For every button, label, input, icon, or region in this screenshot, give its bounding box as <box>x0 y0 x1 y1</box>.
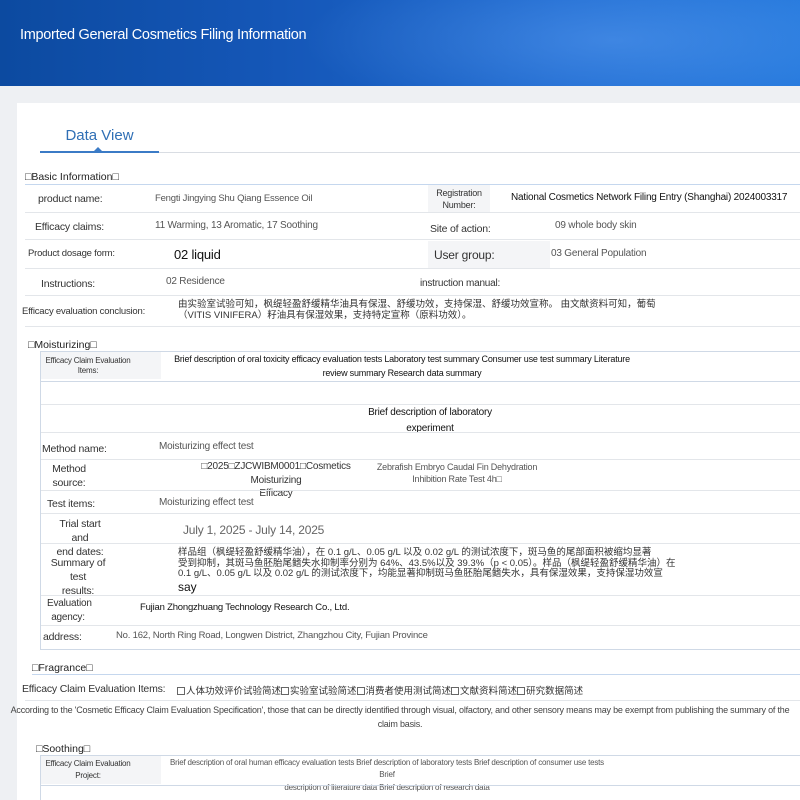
evaluation-agency-label: Evaluation agency: <box>47 598 92 623</box>
site-of-action-label: Site of action: <box>430 223 491 235</box>
section-fragrance-rule <box>32 674 800 675</box>
soothing-claim-value: Brief description of oral human efficacy… <box>170 758 604 792</box>
efficacy-claims-label: Efficacy claims: <box>35 221 104 233</box>
instruction-manual-label: instruction manual: <box>420 278 501 289</box>
row-divider <box>41 543 800 544</box>
row-divider <box>41 513 800 514</box>
page-title: Imported General Cosmetics Filing Inform… <box>20 27 307 43</box>
fragrance-checkbox-row: 人体功效评价试验简述 实验室试验简述 消费者使用测试简述 文献资料简述 研究数据简述 <box>177 683 583 697</box>
method-source-test: Zebrafish Embryo Caudal Fin Dehydration I… <box>376 462 538 485</box>
dosage-form-value: 02 liquid <box>174 247 221 262</box>
section-soothing: □Soothing□ <box>36 743 91 755</box>
row-divider <box>41 785 800 786</box>
checkbox-literature[interactable] <box>451 687 460 695</box>
row-divider <box>41 595 800 596</box>
user-group-value: 03 General Population <box>551 248 647 259</box>
efficacy-conclusion-label: Efficacy evaluation conclusion: <box>22 306 146 317</box>
fragrance-claim-items-label: Efficacy Claim Evaluation Items: <box>22 683 166 695</box>
test-items-value: Moisturizing effect test <box>159 497 254 508</box>
checkbox-label: 文献资料简述 <box>460 686 518 697</box>
section-basic-rule <box>25 184 800 185</box>
row-divider <box>41 432 800 433</box>
row-divider <box>25 295 800 296</box>
evaluation-agency-value: Fujian Zhongzhuang Technology Research C… <box>140 602 350 613</box>
row-divider <box>41 381 800 382</box>
method-name-label: Method name: <box>42 443 107 455</box>
checkbox-label: 消费者使用测试简述 <box>365 686 452 697</box>
registration-value: National Cosmetics Network Filing Entry … <box>511 192 788 203</box>
checkbox-laboratory[interactable] <box>281 687 290 695</box>
section-moisturizing: □Moisturizing□ <box>28 339 97 351</box>
row-divider <box>25 239 800 240</box>
row-divider <box>25 268 800 269</box>
claim-items-label: Efficacy Claim Evaluation Items: <box>45 356 131 376</box>
summary-label: Summary of test results: <box>50 557 106 598</box>
row-divider <box>25 212 800 213</box>
row-divider <box>25 326 800 327</box>
section-fragrance: □Fragrance□ <box>32 662 93 674</box>
instructions-label: Instructions: <box>41 278 96 290</box>
fragrance-exemption-note: According to the 'Cosmetic Efficacy Clai… <box>10 705 790 729</box>
tab-divider <box>159 152 800 153</box>
checkbox-human-efficacy[interactable] <box>177 687 185 695</box>
product-name-label: product name: <box>38 193 103 205</box>
registration-label: Registration Number: <box>436 188 482 211</box>
user-group-label: User group: <box>434 248 495 262</box>
row-divider <box>41 490 800 491</box>
summary-value: 样品组（枫缇轻盈舒缓精华油），在 0.1 g/L、0.05 g/L 以及 0.0… <box>178 547 676 594</box>
row-divider <box>25 700 800 701</box>
soothing-claim-label: Efficacy Claim Evaluation Project: <box>45 759 131 780</box>
product-name-value: Fengti Jingying Shu Qiang Essence Oil <box>155 193 313 204</box>
checkbox-label: 研究数据简述 <box>526 686 584 697</box>
method-source-label: Method source: <box>52 463 86 490</box>
dosage-form-label: Product dosage form: <box>28 248 115 259</box>
test-items-label: Test items: <box>47 498 95 510</box>
efficacy-conclusion-value: 由实验室试验可知，枫缇轻盈舒缓精华油具有保湿、舒缓功效，支持保湿、舒缓功效宣称。… <box>178 299 656 321</box>
trial-dates-value: July 1, 2025 - July 14, 2025 <box>183 523 325 537</box>
address-label: address: <box>43 631 82 643</box>
method-name-value: Moisturizing effect test <box>159 441 254 452</box>
row-divider <box>41 459 800 460</box>
section-basic-information: □Basic Information□ <box>25 171 119 183</box>
trial-dates-label: Trial start and end dates: <box>56 518 104 559</box>
site-of-action-value: 09 whole body skin <box>555 220 637 231</box>
claim-items-value: Brief description of oral toxicity effic… <box>174 354 630 378</box>
checkbox-label: 人体功效评价试验简述 <box>186 686 282 697</box>
method-source-value: □2025□ZJCWIBM0001□Cosmetics Moisturizing… <box>201 461 351 499</box>
row-divider <box>41 625 800 626</box>
checkbox-research-data[interactable] <box>517 687 526 695</box>
efficacy-claims-value: 11 Warming, 13 Aromatic, 17 Soothing <box>155 220 318 231</box>
instructions-value: 02 Residence <box>166 276 225 287</box>
tab-active-indicator <box>93 147 103 152</box>
checkbox-label: 实验室试验简述 <box>290 686 357 697</box>
header-banner: Imported General Cosmetics Filing Inform… <box>0 0 800 86</box>
checkbox-consumer-use[interactable] <box>356 687 365 695</box>
address-value: No. 162, North Ring Road, Longwen Distri… <box>116 630 428 641</box>
